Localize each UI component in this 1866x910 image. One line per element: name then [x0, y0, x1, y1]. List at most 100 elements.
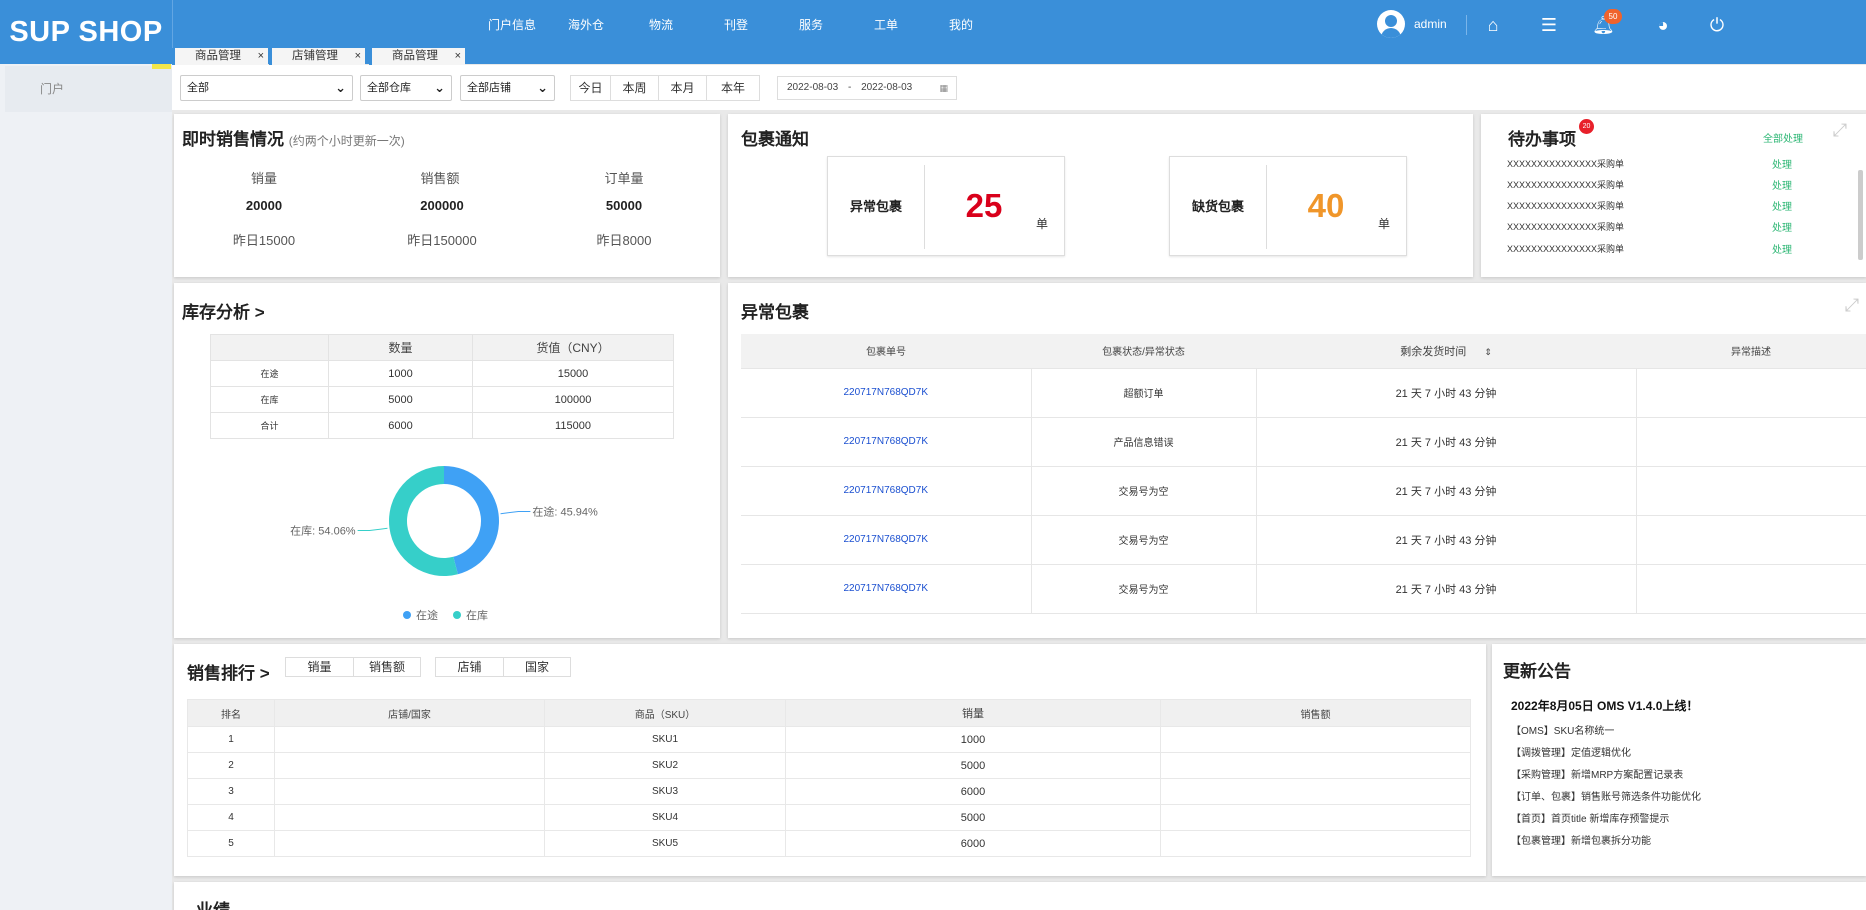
- todo-item: XXXXXXXXXXXXXXX采购单: [1507, 201, 1625, 211]
- tab-product-management-1[interactable]: 商品管理 ×: [172, 48, 268, 65]
- nav-portal[interactable]: 门户信息: [488, 16, 536, 33]
- table-cell: [1636, 417, 1866, 467]
- tab-product-management-2[interactable]: 商品管理 ×: [369, 48, 465, 65]
- label-line: [500, 510, 531, 515]
- home-icon[interactable]: ⌂: [1482, 14, 1504, 36]
- todo-scrollbar[interactable]: [1858, 170, 1863, 260]
- period-month[interactable]: 本月: [659, 76, 707, 100]
- sales-ranking-title[interactable]: 销售排行 >: [187, 659, 270, 684]
- period-selector: 今日 本周 本月 本年: [570, 75, 760, 101]
- sales-amount-label: 销售额: [420, 171, 460, 186]
- table-cell: 21 天 7 小时 43 分钟: [1256, 466, 1637, 516]
- legend-marker[interactable]: [453, 611, 461, 619]
- collapse-handle[interactable]: [152, 64, 171, 69]
- abnormal-package-card[interactable]: 异常包裹 25 单: [827, 156, 1065, 256]
- table-row: 4 SKU4 5000: [187, 804, 1471, 831]
- table-cell: SKU1: [544, 726, 786, 753]
- header-label: 剩余发货时间: [1400, 345, 1467, 358]
- table-cell: 1: [187, 726, 275, 753]
- table-cell: SKU3: [544, 778, 786, 805]
- period-year[interactable]: 本年: [707, 76, 759, 100]
- shortage-package-card[interactable]: 缺货包裹 40 单: [1169, 156, 1407, 256]
- sidebar-item-portal[interactable]: 门户: [5, 66, 172, 112]
- unit-label: 单: [1378, 217, 1391, 231]
- calendar-icon[interactable]: ▦: [939, 77, 948, 99]
- table-row: 在库 5000 100000: [210, 386, 674, 413]
- todo-handle-button[interactable]: 处理: [1772, 241, 1792, 256]
- sort-icon[interactable]: ⇕: [1484, 347, 1492, 357]
- expand-icon[interactable]: ⤢: [1830, 120, 1850, 140]
- package-number-link[interactable]: 220717N768QD7K: [741, 417, 1032, 467]
- select-value: 全部店铺: [467, 82, 511, 94]
- column-header: 包裹单号: [741, 334, 1031, 369]
- table-cell: 100000: [472, 386, 674, 413]
- todo-item: XXXXXXXXXXXXXXX采购单: [1507, 159, 1625, 169]
- nav-listing[interactable]: 刊登: [724, 16, 748, 33]
- todo-item: XXXXXXXXXXXXXXX采购单: [1507, 244, 1625, 254]
- column-header: 销售额: [1160, 699, 1471, 727]
- username[interactable]: admin: [1414, 17, 1447, 31]
- nav-service[interactable]: 服务: [799, 16, 823, 33]
- logo[interactable]: SUP SHOP: [0, 0, 172, 64]
- legend-label[interactable]: 在途: [416, 608, 438, 622]
- tab-store[interactable]: 店铺: [436, 658, 504, 676]
- nav-logistics[interactable]: 物流: [649, 16, 673, 33]
- tab-sales-qty[interactable]: 销量: [286, 658, 354, 676]
- tab-label: 商品管理: [195, 50, 241, 62]
- table-row: 220717N768QD7K 超额订单 21 天 7 小时 43 分钟: [741, 368, 1866, 418]
- close-icon[interactable]: ×: [258, 48, 264, 65]
- palette-icon[interactable]: ◕: [1652, 14, 1674, 36]
- sales-amount-value: 200000: [420, 198, 464, 213]
- package-number-link[interactable]: 220717N768QD7K: [741, 515, 1032, 565]
- tab-country[interactable]: 国家: [504, 658, 570, 676]
- package-number-link[interactable]: 220717N768QD7K: [741, 466, 1032, 516]
- column-header: 店铺/国家: [274, 699, 545, 727]
- inventory-table: 数量 货值（CNY） 在途 1000 15000 在库 5000 100000 合计 60…: [210, 334, 674, 439]
- avatar-icon[interactable]: [1377, 10, 1405, 38]
- abnormal-package-title: 异常包裹: [741, 303, 809, 322]
- expand-icon[interactable]: ⤢: [1842, 295, 1862, 315]
- nav-ticket[interactable]: 工单: [874, 16, 898, 33]
- warehouse-select[interactable]: 全部仓库 ⌄: [360, 75, 452, 101]
- table-cell: [1636, 466, 1866, 516]
- table-cell: [274, 752, 545, 779]
- table-cell: 21 天 7 小时 43 分钟: [1256, 564, 1637, 614]
- all-filter-select[interactable]: 全部 ⌄: [180, 75, 353, 101]
- announcement-item: 【OMS】SKU名称统一: [1511, 726, 1615, 737]
- legend-label[interactable]: 在库: [466, 609, 488, 622]
- table-row: 1 SKU1 1000: [187, 726, 1471, 753]
- handle-all-link[interactable]: 全部处理: [1763, 130, 1803, 145]
- todo-handle-button[interactable]: 处理: [1772, 156, 1792, 171]
- menu-icon[interactable]: ☰: [1538, 14, 1560, 36]
- todo-handle-button[interactable]: 处理: [1772, 198, 1792, 213]
- table-cell: SKU2: [544, 752, 786, 779]
- table-cell: 15000: [472, 360, 674, 387]
- package-number-link[interactable]: 220717N768QD7K: [741, 564, 1032, 614]
- close-icon[interactable]: ×: [455, 48, 461, 65]
- todo-handle-button[interactable]: 处理: [1772, 177, 1792, 192]
- period-week[interactable]: 本周: [611, 76, 659, 100]
- close-icon[interactable]: ×: [355, 48, 361, 65]
- table-cell: 在库: [210, 386, 329, 413]
- power-icon[interactable]: ⏻: [1706, 14, 1728, 36]
- package-number-link[interactable]: 220717N768QD7K: [741, 368, 1032, 418]
- todo-handle-button[interactable]: 处理: [1772, 219, 1792, 234]
- legend-marker[interactable]: [403, 611, 411, 619]
- nav-overseas-warehouse[interactable]: 海外仓: [568, 16, 604, 33]
- date-range-input[interactable]: 2022-08-03 - 2022-08-03 ▦: [777, 76, 957, 100]
- table-cell: 6000: [785, 830, 1161, 857]
- table-row: 在途 1000 15000: [210, 360, 674, 387]
- sales-ranking-table: 排名 店铺/国家 商品（SKU） 销量 销售额 1 SKU1 1000 2 SKU2 5…: [187, 699, 1471, 857]
- table-cell: [1160, 830, 1471, 857]
- tab-sales-amount[interactable]: 销售额: [354, 658, 420, 676]
- tab-store-management[interactable]: 店铺管理 ×: [269, 48, 365, 65]
- table-cell: 在途: [210, 360, 329, 387]
- table-cell: [1636, 368, 1866, 418]
- table-row: 220717N768QD7K 交易号为空 21 天 7 小时 43 分钟: [741, 466, 1866, 516]
- nav-mine[interactable]: 我的: [949, 16, 973, 33]
- store-select[interactable]: 全部店铺 ⌄: [460, 75, 555, 101]
- inventory-title[interactable]: 库存分析 >: [182, 298, 265, 323]
- period-today[interactable]: 今日: [571, 76, 611, 100]
- column-header-sortable[interactable]: 剩余发货时间 ⇕: [1256, 334, 1636, 369]
- tab-label: 店铺管理: [292, 50, 338, 62]
